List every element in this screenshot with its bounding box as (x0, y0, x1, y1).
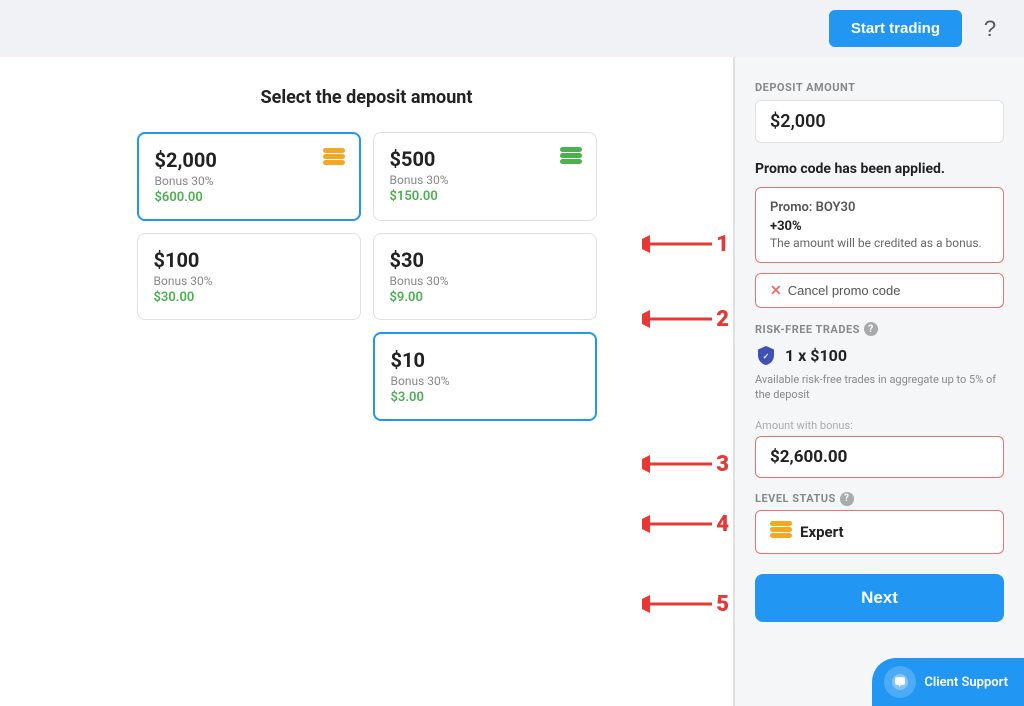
deposit-card-2000[interactable]: $2,000 Bonus 30% $600.00 (137, 132, 361, 221)
shield-icon: ✓ (755, 344, 777, 366)
main-layout: Select the deposit amount $2,000 Bonus 3… (0, 57, 1024, 706)
svg-text:✓: ✓ (763, 352, 770, 361)
support-chat-icon (884, 666, 916, 698)
cancel-x-icon: ✕ (770, 282, 782, 299)
promo-box: Promo: BOY30 +30% The amount will be cre… (755, 187, 1004, 263)
cancel-promo-label: Cancel promo code (788, 283, 901, 298)
amount-with-bonus-value: $2,600.00 (755, 436, 1004, 478)
cancel-promo-button[interactable]: ✕ Cancel promo code (755, 273, 1004, 308)
stack-green-icon (560, 147, 582, 170)
promo-applied-text: Promo code has been applied. (755, 161, 1004, 177)
card-bonus-value: $30.00 (154, 290, 344, 305)
next-button[interactable]: Next (755, 574, 1004, 622)
card-bonus-value: $600.00 (155, 190, 343, 205)
card-amount: $2,000 (155, 148, 343, 172)
right-panel: DEPOSIT AMOUNT $2,000 Promo code has bee… (734, 57, 1024, 706)
risk-free-row: ✓ 1 x $100 (755, 344, 1004, 366)
card-bonus-label: Bonus 30% (390, 173, 580, 187)
deposit-amount-value: $2,000 (755, 100, 1004, 143)
card-bonus-value: $9.00 (390, 290, 580, 305)
card-amount: $500 (390, 147, 580, 171)
card-bonus-label: Bonus 30% (155, 174, 343, 188)
risk-free-label: RISK-FREE TRADES ? (755, 322, 1004, 336)
level-status-box: Expert (755, 510, 1004, 554)
risk-free-info-icon: ? (864, 322, 878, 336)
level-status-info-icon: ? (840, 492, 854, 506)
start-trading-button[interactable]: Start trading (829, 10, 962, 47)
stack-gold-icon (323, 148, 345, 171)
card-bonus-label: Bonus 30% (391, 374, 579, 388)
left-panel: Select the deposit amount $2,000 Bonus 3… (0, 57, 733, 706)
level-status-label-text: LEVEL STATUS (755, 492, 836, 505)
deposit-card-10[interactable]: $10 Bonus 30% $3.00 (373, 332, 597, 421)
support-label: Client Support (924, 675, 1008, 690)
deposit-card-500[interactable]: $500 Bonus 30% $150.00 (373, 132, 597, 221)
deposit-grid: $2,000 Bonus 30% $600.00 $500 Bonus 30% (137, 132, 597, 421)
page-title: Select the deposit amount (261, 87, 473, 108)
risk-free-note: Available risk-free trades in aggregate … (755, 372, 1004, 403)
top-bar: Start trading ? (0, 0, 1024, 57)
card-bonus-value: $150.00 (390, 189, 580, 204)
risk-free-label-text: RISK-FREE TRADES (755, 323, 860, 336)
level-name: Expert (800, 523, 844, 541)
card-amount: $30 (390, 248, 580, 272)
card-amount: $100 (154, 248, 344, 272)
card-amount: $10 (391, 348, 579, 372)
level-icon (770, 521, 792, 543)
card-bonus-value: $3.00 (391, 390, 579, 405)
card-bonus-label: Bonus 30% (390, 274, 580, 288)
deposit-card-100[interactable]: $100 Bonus 30% $30.00 (137, 233, 361, 320)
card-bonus-label: Bonus 30% (154, 274, 344, 288)
promo-code-line: Promo: BOY30 (770, 200, 989, 215)
promo-description: The amount will be credited as a bonus. (770, 236, 989, 250)
risk-free-amount: 1 x $100 (785, 346, 847, 365)
deposit-card-30[interactable]: $30 Bonus 30% $9.00 (373, 233, 597, 320)
level-status-label: LEVEL STATUS ? (755, 492, 1004, 506)
promo-percent: +30% (770, 219, 989, 234)
client-support-button[interactable]: Client Support (872, 658, 1024, 706)
amount-with-bonus-label: Amount with bonus: (755, 419, 1004, 432)
help-button[interactable]: ? (972, 11, 1008, 47)
deposit-amount-label: DEPOSIT AMOUNT (755, 81, 1004, 94)
